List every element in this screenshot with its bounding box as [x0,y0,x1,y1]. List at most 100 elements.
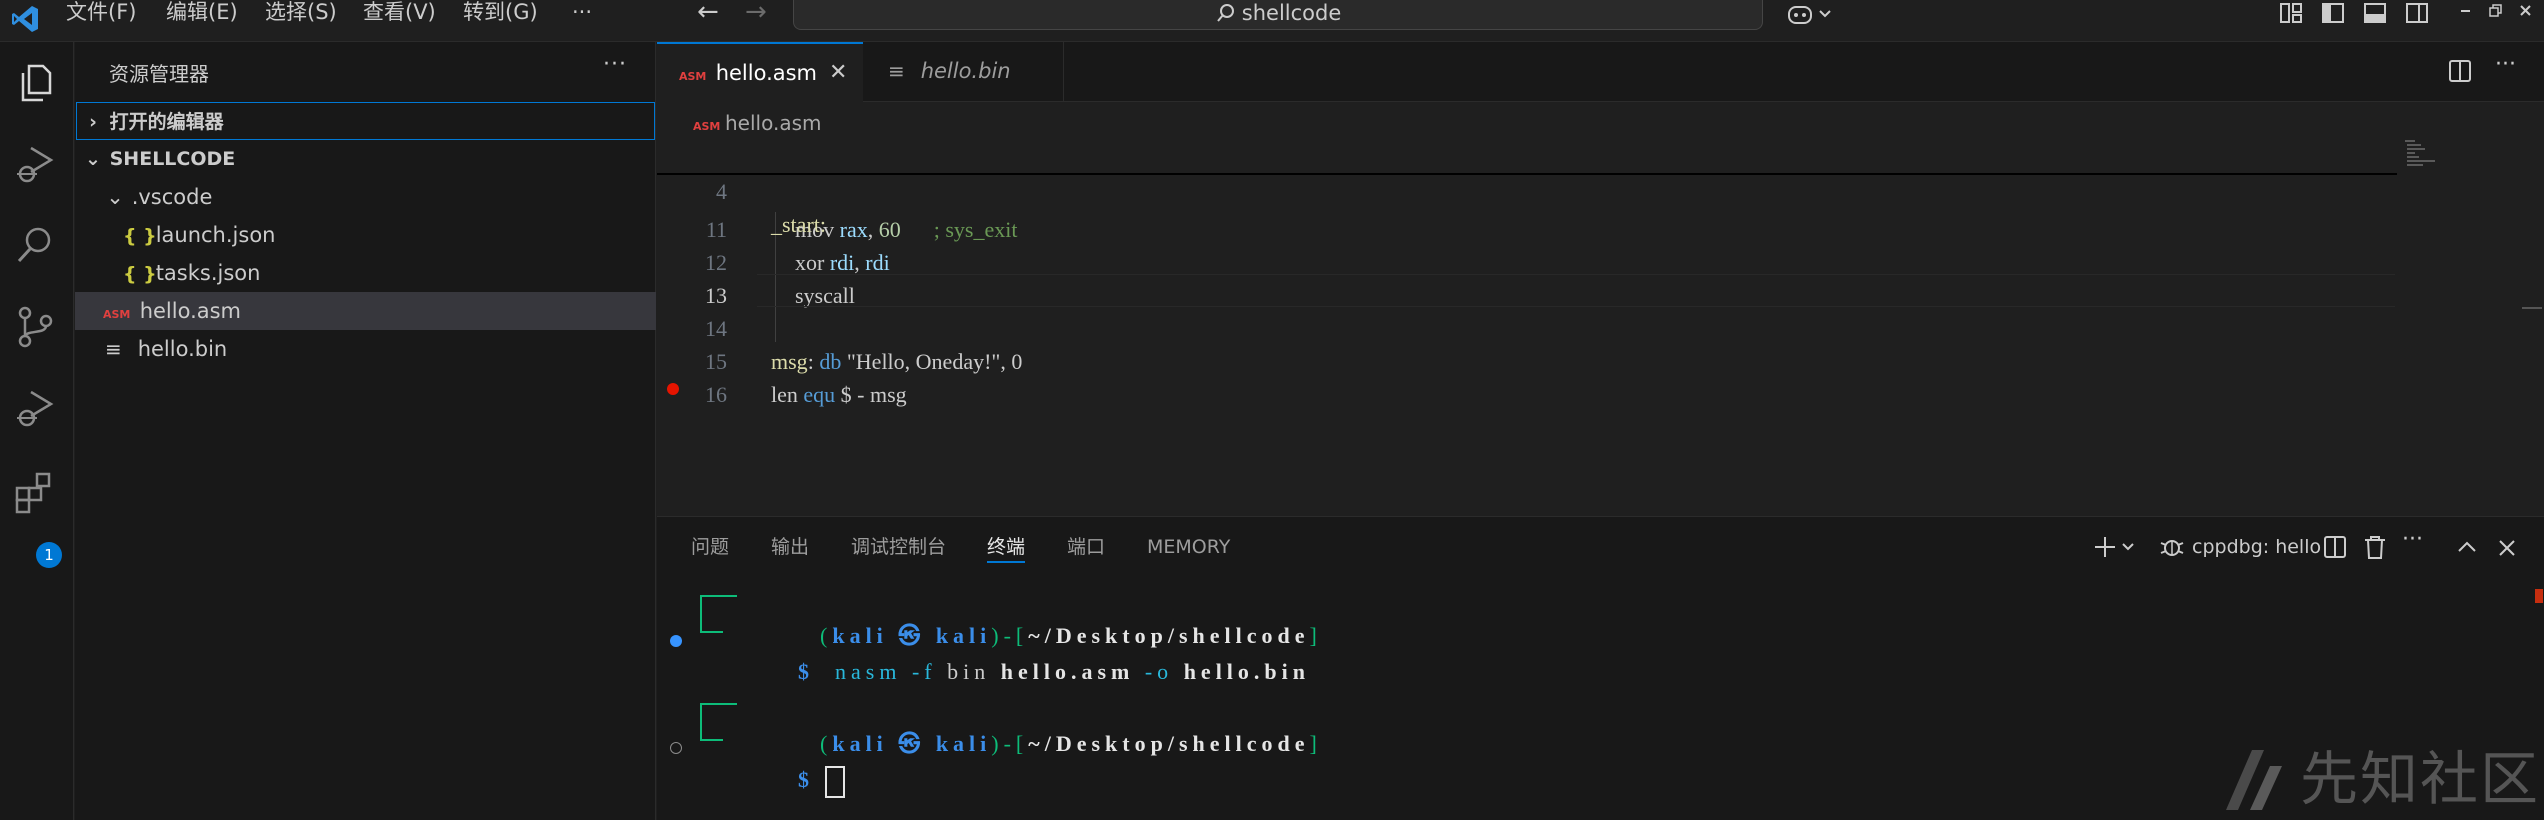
asm-file-icon: ASM [693,120,721,133]
command-name: nasm [835,659,902,684]
code-token: 60 [878,217,901,242]
prompt-connector [700,703,737,741]
breadcrumb[interactable]: ASM hello.asm [693,106,822,144]
maximize-panel-icon[interactable] [2454,533,2480,561]
command-center-search[interactable]: shellcode [793,0,1763,30]
source-control-icon[interactable] [13,304,59,350]
menu-more[interactable]: ··· [572,0,592,26]
code-line[interactable]: 15 msg: db "Hello, Oneday!", 0 [657,345,2397,378]
line-number: 14 [705,316,727,341]
panel-tab-output[interactable]: 输出 [771,533,809,561]
code-token: rdi [829,250,855,275]
close-window-icon[interactable] [2516,1,2536,21]
menu-view[interactable]: 查看(V) [363,0,436,26]
command-success-decoration[interactable] [670,635,682,647]
editor-area: ASM hello.asm ✕ ≡ hello.bin ··· ASM hello… [657,42,2544,516]
menu-selection[interactable]: 选择(S) [265,0,337,26]
forward-arrow-icon[interactable]: → [745,0,767,25]
code-text: mov rax, 60 ; sys_exit [795,213,1017,246]
panel-tab-problems[interactable]: 问题 [691,533,729,561]
run-debug-icon[interactable] [13,142,59,188]
command-flag: -f [911,659,937,684]
prompt-bracket: )-[ [991,731,1029,756]
current-line-highlight [757,274,2395,307]
toggle-primary-sidebar-icon[interactable] [2320,1,2346,25]
command-arg: hello.asm [1000,659,1135,684]
copilot-icon[interactable] [1786,1,1836,27]
open-editors-label: 打开的编辑器 [109,111,224,133]
search-icon[interactable] [13,222,59,268]
prompt-dollar: $ [798,659,814,684]
code-line[interactable]: 11 mov rax, 60 ; sys_exit [657,213,2397,246]
panel-tab-memory[interactable]: MEMORY [1147,533,1230,561]
code-token: ; sys_exit [900,217,1018,242]
trash-icon[interactable] [2362,533,2388,561]
terminal-input-line[interactable]: $ [735,729,845,798]
restore-icon[interactable] [2486,1,2506,21]
split-editor-icon[interactable] [2447,58,2473,84]
chevron-right-icon: › [89,111,97,133]
close-tab-icon[interactable]: ✕ [829,44,847,102]
title-bar: 文件(F) 编辑(E) 选择(S) 查看(V) 转到(G) ··· ← → sh… [0,0,2544,42]
code-token: equ [803,382,836,407]
back-arrow-icon[interactable]: ← [697,0,719,25]
new-terminal-icon[interactable] [2093,533,2137,561]
menu-go[interactable]: 转到(G) [463,0,538,26]
command-flag: -o [1144,659,1174,684]
panel-more-actions[interactable]: ··· [2402,527,2423,552]
panel-tab-ports[interactable]: 端口 [1067,533,1105,561]
breakpoint-icon[interactable] [667,383,679,395]
menu-file[interactable]: 文件(F) [66,0,136,26]
search-text: shellcode [1241,1,1342,25]
tab-label: hello.bin [920,59,1011,83]
code-line[interactable]: 14 [657,312,2397,345]
tree-item-label: .vscode [131,185,213,209]
terminal-name[interactable]: cppdbg: hello [2192,533,2321,561]
explorer-icon[interactable] [13,60,59,106]
sidebar-more-actions[interactable]: ··· [603,52,627,77]
toggle-secondary-sidebar-icon[interactable] [2404,1,2430,25]
toggle-panel-icon[interactable] [2362,1,2388,25]
code-token: rdi [865,250,890,275]
split-terminal-icon[interactable] [2322,533,2348,561]
code-line[interactable]: 16 len equ $ - msg [657,378,2397,411]
extensions-icon[interactable] [13,470,59,516]
folder-shellcode[interactable]: ⌄ SHELLCODE [75,140,656,178]
breadcrumb-file: hello.asm [725,111,822,135]
run-debug-icon[interactable] [13,386,59,432]
prompt-connector [700,595,737,633]
tree-item-vscode[interactable]: ⌄ .vscode [75,178,656,216]
tab-hello-bin[interactable]: ≡ hello.bin [864,42,1064,102]
json-file-icon: { } [123,225,157,247]
open-editors-section[interactable]: › 打开的编辑器 [76,102,655,140]
code-token: $ - msg [835,382,907,407]
customize-layout-icon[interactable] [2278,1,2304,25]
minimap[interactable] [2405,140,2445,180]
panel-tab-terminal[interactable]: 终端 [987,533,1026,563]
sticky-scroll-line[interactable]: 4 _start: [657,142,2397,237]
chevron-down-icon: ⌄ [106,185,124,209]
close-panel-icon[interactable] [2494,533,2520,561]
command-pending-decoration[interactable] [670,742,682,754]
prompt-bracket: ] [1309,623,1322,648]
editor-scrollbar-marker [2522,307,2542,309]
sticky-code: _start: [771,212,826,237]
minimize-icon[interactable] [2456,1,2476,21]
panel-tab-debug-console[interactable]: 调试控制台 [851,533,946,561]
tab-hello-asm[interactable]: ASM hello.asm ✕ [657,42,863,102]
prompt-symbol: ㉿ [898,731,926,756]
chevron-down-icon: ⌄ [85,148,101,170]
terminal-command-line: $ nasm -f bin hello.asm -o hello.bin [735,621,1310,684]
tree-item-hello-asm[interactable]: ASM hello.asm [75,292,656,330]
tree-item-tasks-json[interactable]: { } tasks.json [75,254,656,292]
json-file-icon: { } [123,263,157,285]
code-text: len equ $ - msg [771,378,907,411]
extensions-badge: 1 [36,542,62,568]
line-number: 13 [705,283,727,308]
menu-edit[interactable]: 编辑(E) [166,0,238,26]
tree-item-hello-bin[interactable]: ≡ hello.bin [75,330,656,368]
terminal-prompt-line: (kali ㉿ kali)-[~/Desktop/shellcode] [757,585,1322,648]
tree-item-launch-json[interactable]: { } launch.json [75,216,656,254]
command-arg: bin [947,659,991,684]
editor-more-actions[interactable]: ··· [2495,52,2516,77]
